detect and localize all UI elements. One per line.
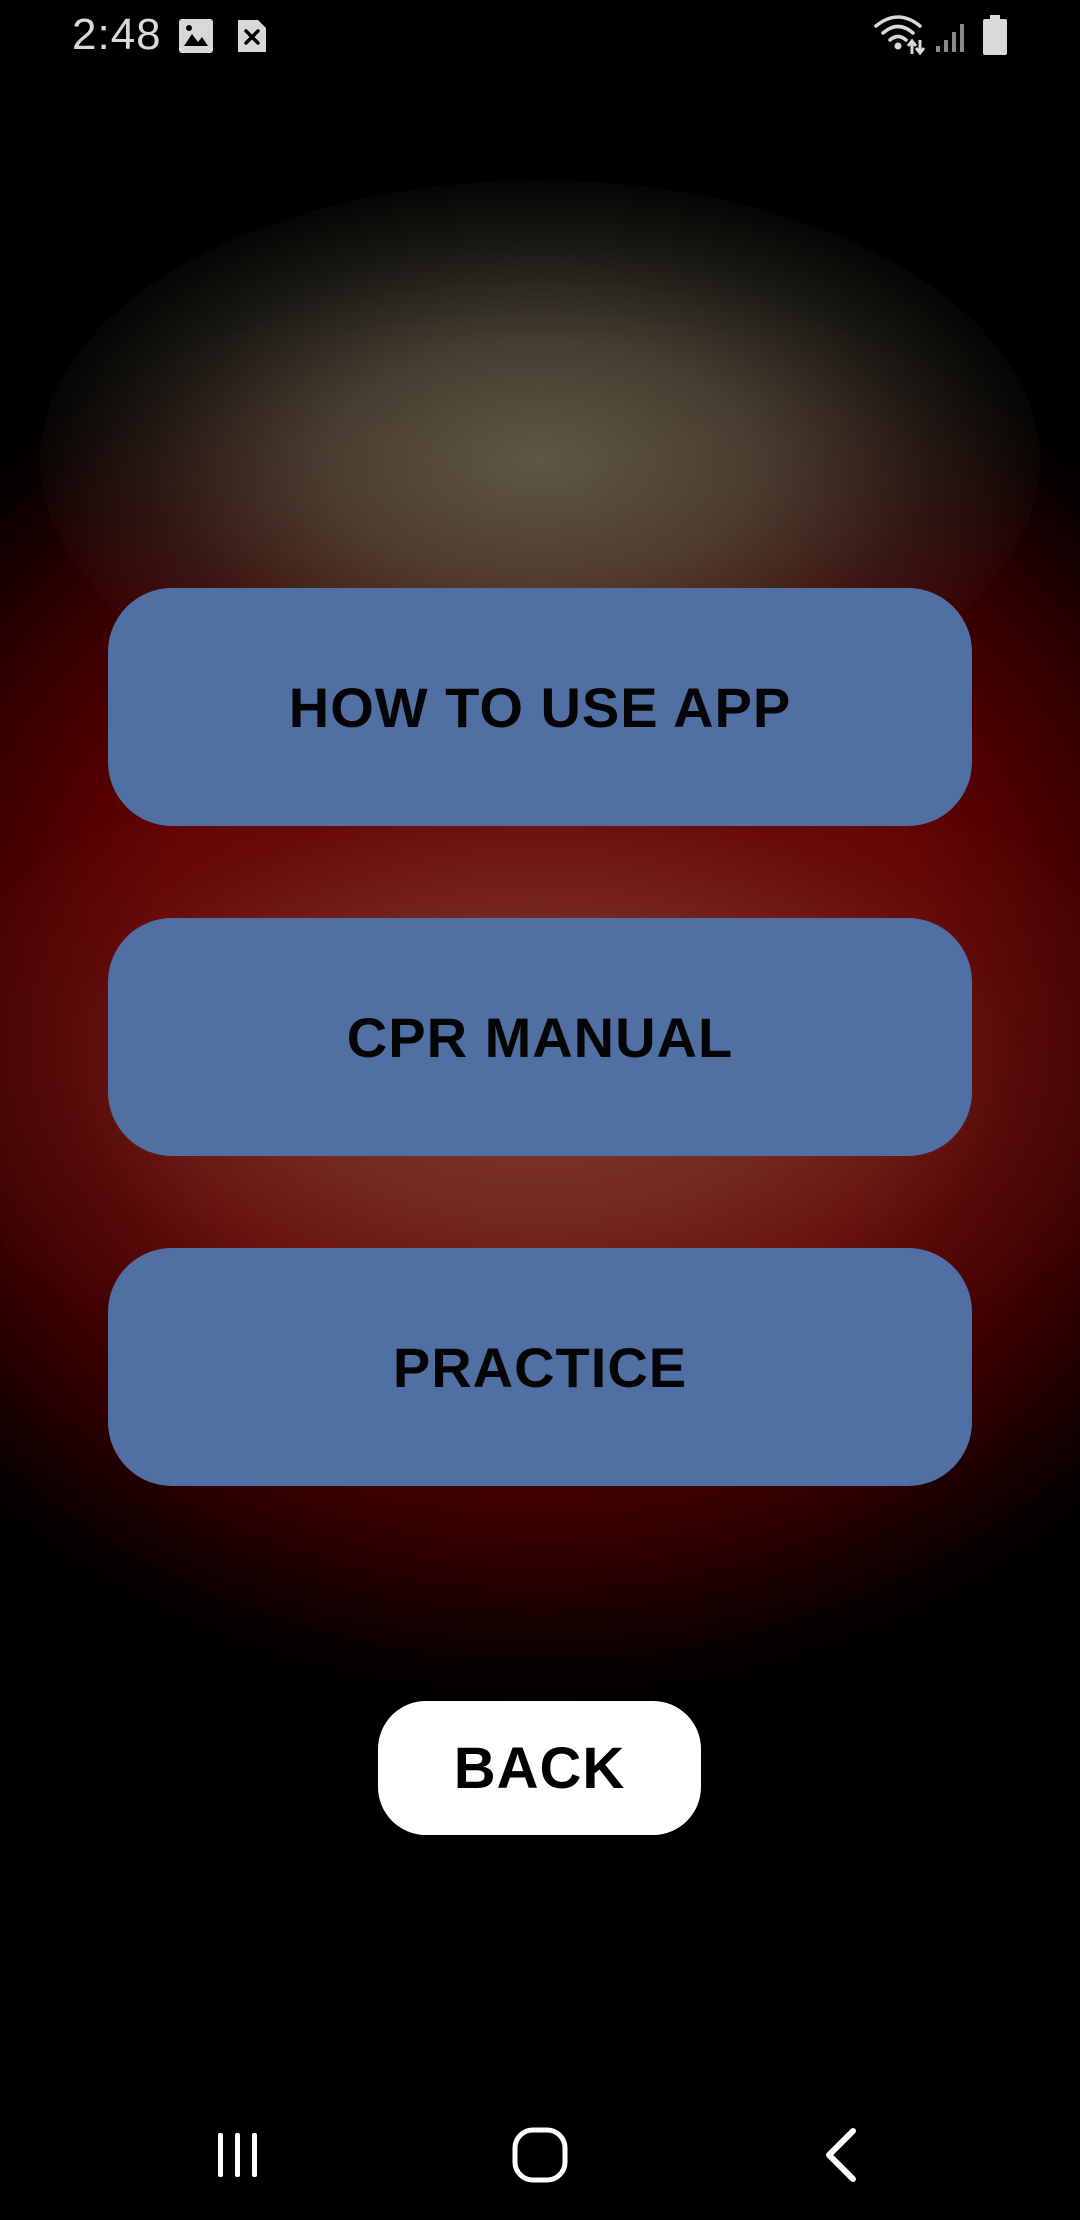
cpr-manual-label: CPR MANUAL — [346, 1005, 734, 1069]
close-notification-icon — [236, 18, 268, 59]
practice-label: PRACTICE — [392, 1335, 688, 1399]
cpr-manual-button[interactable]: CPR MANUAL — [108, 918, 972, 1156]
back-button[interactable]: BACK — [378, 1701, 701, 1835]
home-icon[interactable] — [480, 2110, 600, 2200]
app-screen: 2:48 HOW TO USE APP CPR MANUAL PRACTICE … — [0, 0, 1080, 2220]
signal-icon — [934, 16, 970, 59]
wifi-icon — [874, 14, 926, 61]
recent-apps-icon[interactable] — [178, 2110, 298, 2200]
how-to-use-app-label: HOW TO USE APP — [288, 675, 792, 739]
status-time: 2:48 — [72, 10, 162, 59]
practice-button[interactable]: PRACTICE — [108, 1248, 972, 1486]
system-nav-bar — [0, 2080, 1080, 2220]
how-to-use-app-button[interactable]: HOW TO USE APP — [108, 588, 972, 826]
status-bar: 2:48 — [0, 0, 1080, 72]
back-label: BACK — [453, 1735, 626, 1801]
image-notification-icon — [178, 18, 214, 59]
battery-icon — [982, 14, 1008, 61]
back-icon[interactable] — [782, 2110, 902, 2200]
